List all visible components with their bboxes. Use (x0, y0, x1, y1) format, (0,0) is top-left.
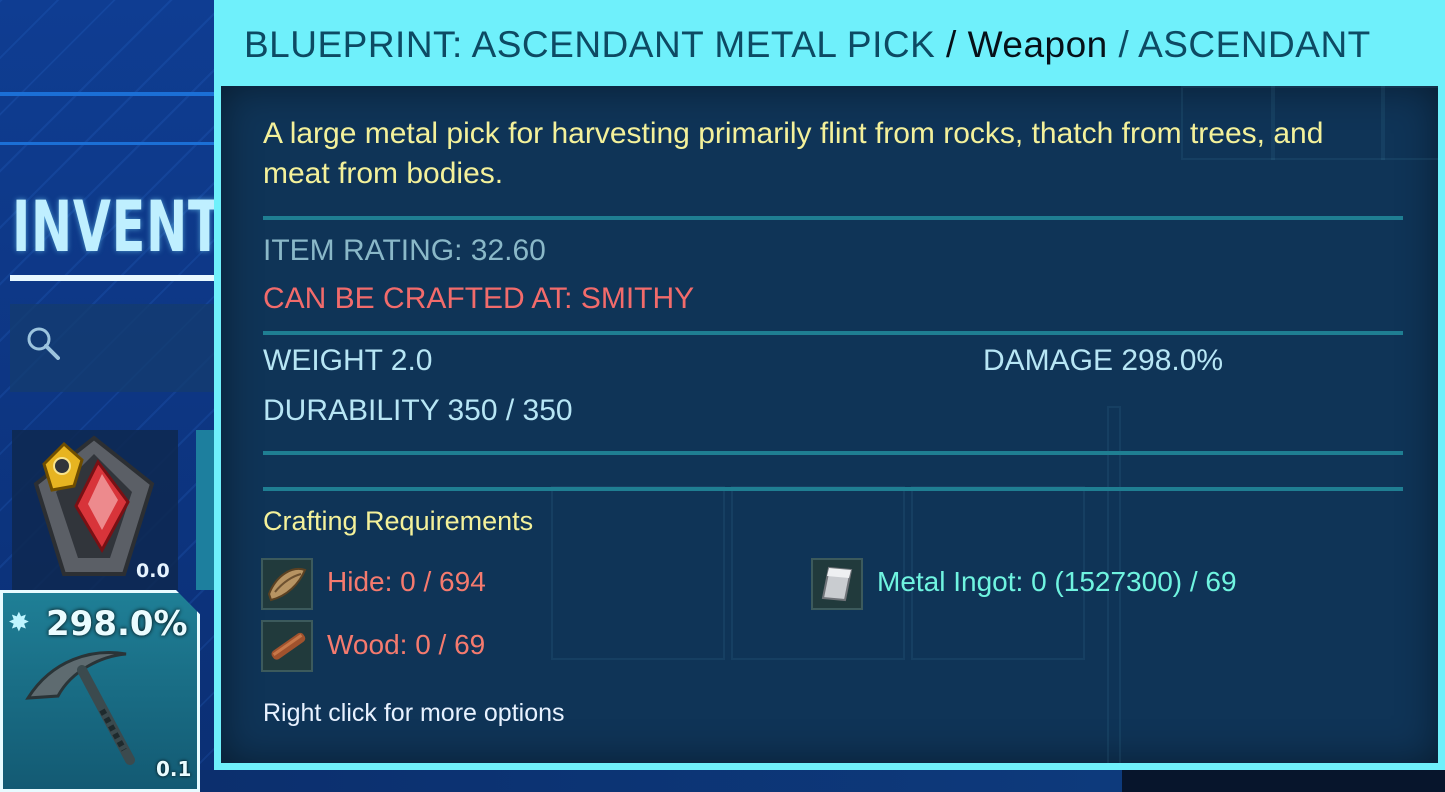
divider (263, 487, 1403, 491)
slot-weight: 0.1 (156, 757, 192, 781)
title-separator: / (1107, 24, 1139, 65)
tooltip-body: A large metal pick for harvesting primar… (221, 86, 1438, 763)
item-type: Weapon (967, 24, 1108, 65)
decor-line (0, 92, 215, 96)
inventory-tab-underline (10, 275, 214, 281)
inventory-slot[interactable]: 0.0 (12, 430, 178, 590)
search-icon[interactable] (26, 326, 60, 360)
stat-damage: DAMAGE 298.0% (983, 344, 1224, 377)
decor-line (0, 142, 215, 145)
item-name: BLUEPRINT: ASCENDANT METAL PICK (244, 24, 936, 65)
stat-durability: DURABILITY 350 / 350 (263, 394, 573, 427)
title-separator: / (935, 24, 968, 65)
crafting-requirements-title: Crafting Requirements (263, 506, 534, 536)
crafting-station: CAN BE CRAFTED AT: SMITHY (263, 282, 695, 315)
starburst-icon: ✸ (8, 608, 30, 638)
slot-quality-percent: 298.0% (46, 604, 188, 644)
item-quality: ASCENDANT (1138, 24, 1371, 65)
stat-weight: WEIGHT 2.0 (263, 344, 433, 377)
item-tooltip: BLUEPRINT: ASCENDANT METAL PICK / Weapon… (214, 0, 1445, 770)
item-rating: ITEM RATING: 32.60 (263, 234, 546, 267)
inventory-slot[interactable] (196, 430, 214, 590)
context-hint: Right click for more options (263, 699, 565, 727)
ghost-element (551, 486, 725, 660)
requirement-wood: Wood: 0 / 69 (327, 629, 486, 660)
divider (263, 451, 1403, 455)
hide-icon (261, 558, 313, 610)
tooltip-title: BLUEPRINT: ASCENDANT METAL PICK / Weapon… (244, 24, 1371, 66)
divider (263, 216, 1403, 220)
right-strip (1122, 770, 1445, 792)
item-description: A large metal pick for harvesting primar… (263, 117, 1324, 190)
divider (263, 331, 1403, 335)
requirement-hide: Hide: 0 / 694 (327, 566, 486, 597)
metal-ingot-icon (811, 558, 863, 610)
requirement-metal-ingot: Metal Ingot: 0 (1527300) / 69 (877, 566, 1237, 597)
wood-icon (261, 620, 313, 672)
bottom-strip (200, 770, 1122, 792)
metal-pick-icon (25, 651, 135, 765)
slot-weight: 0.0 (136, 560, 170, 582)
